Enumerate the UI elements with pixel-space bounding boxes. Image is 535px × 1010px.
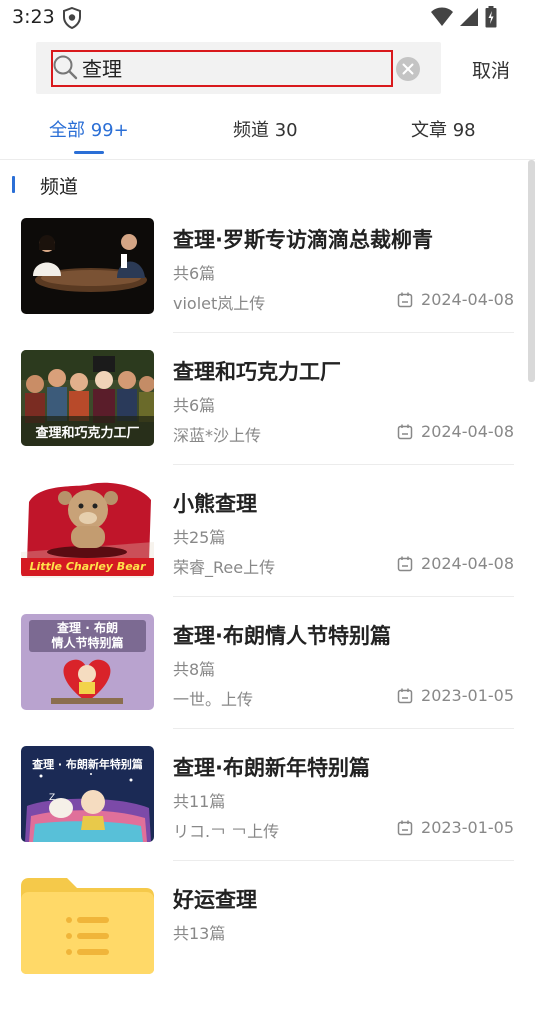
battery-icon (485, 6, 497, 28)
calendar-icon (397, 820, 413, 835)
item-date-group: 2024-04-08 (397, 290, 514, 309)
calendar-icon (397, 292, 413, 307)
item-uploader: 一世。上传 (173, 690, 254, 709)
tab-bar: 全部 99+ 频道 30 文章 98 (0, 112, 535, 158)
item-date-group: 2023-01-05 (397, 686, 514, 705)
status-bar: 3:23 (0, 0, 535, 36)
section-marker (12, 176, 15, 193)
status-time: 3:23 (12, 6, 55, 28)
tab-articles[interactable]: 文章 98 (411, 116, 476, 142)
cancel-button[interactable]: 取消 (472, 56, 510, 83)
item-date: 2024-04-08 (421, 554, 514, 573)
thumbnail-caption: 查理 · 布朗 情人节特别篇 (51, 621, 124, 650)
list-item[interactable]: 好运查理 共13篇 (0, 878, 535, 1010)
item-divider (173, 860, 514, 861)
item-count: 共13篇 (173, 924, 226, 943)
thumbnail-image: Z 查理 · 布朗新年特别篇 (21, 746, 154, 842)
thumbnail-caption: 查理 · 布朗新年特别篇 (32, 758, 143, 771)
list-item[interactable]: 查理 · 布朗 情人节特别篇 查理·布朗情人节特别篇 共8篇 一世。上传 202… (0, 614, 535, 746)
wifi-icon (431, 7, 453, 26)
thumbnail-caption: Little Charley Bear (29, 560, 146, 573)
item-date-group: 2024-04-08 (397, 554, 514, 573)
list-item[interactable]: 查理和巧克力工厂 查理和巧克力工厂 共6篇 深蓝*沙上传 2024-04-08 (0, 350, 535, 482)
section-title: 频道 (40, 176, 79, 198)
item-count: 共8篇 (173, 660, 216, 679)
item-title: 查理·布朗新年特别篇 (173, 756, 370, 780)
item-date: 2023-01-05 (421, 686, 514, 705)
calendar-icon (397, 688, 413, 703)
divider (0, 159, 535, 160)
item-date: 2023-01-05 (421, 818, 514, 837)
clear-icon[interactable] (395, 56, 421, 82)
item-date: 2024-04-08 (421, 290, 514, 309)
item-divider (173, 728, 514, 729)
item-count: 共25篇 (173, 528, 226, 547)
calendar-icon (397, 556, 413, 571)
list-item[interactable]: Little Charley Bear 小熊查理 共25篇 荣睿_Ree上传 2… (0, 482, 535, 614)
search-highlight-frame (51, 50, 393, 87)
item-title: 小熊查理 (173, 492, 257, 516)
tab-channels[interactable]: 频道 30 (233, 116, 298, 142)
item-date-group: 2023-01-05 (397, 818, 514, 837)
tab-all[interactable]: 全部 99+ (49, 116, 129, 142)
item-date: 2024-04-08 (421, 422, 514, 441)
item-uploader: 荣睿_Ree上传 (173, 558, 276, 577)
thumbnail-image: 查理和巧克力工厂 (21, 350, 154, 446)
item-count: 共11篇 (173, 792, 226, 811)
item-title: 查理和巧克力工厂 (173, 360, 341, 384)
item-divider (173, 464, 514, 465)
folder-icon (21, 878, 154, 974)
item-title: 好运查理 (173, 888, 257, 912)
item-count: 共6篇 (173, 264, 216, 283)
item-divider (173, 596, 514, 597)
thumbnail-image: Little Charley Bear (21, 482, 154, 578)
search-box[interactable] (36, 42, 441, 94)
thumbnail-image: 查理 · 布朗 情人节特别篇 (21, 614, 154, 710)
list-item[interactable]: Z 查理 · 布朗新年特别篇 查理·布朗新年特别篇 共11篇 リコ.￢ ￢上传 … (0, 746, 535, 878)
svg-text:Z: Z (49, 793, 55, 803)
item-count: 共6篇 (173, 396, 216, 415)
shield-icon (63, 7, 81, 29)
item-uploader: violet岚上传 (173, 294, 266, 313)
item-title: 查理·布朗情人节特别篇 (173, 624, 391, 648)
active-tab-indicator (74, 151, 104, 154)
item-uploader: リコ.￢ ￢上传 (173, 822, 280, 841)
thumbnail-image (21, 218, 154, 314)
thumbnail-caption: 查理和巧克力工厂 (35, 426, 140, 441)
signal-icon (460, 8, 478, 26)
list-item[interactable]: 查理·罗斯专访滴滴总裁柳青 共6篇 violet岚上传 2024-04-08 (0, 218, 535, 350)
item-title: 查理·罗斯专访滴滴总裁柳青 (173, 228, 433, 252)
status-indicators (431, 6, 497, 28)
calendar-icon (397, 424, 413, 439)
item-divider (173, 332, 514, 333)
item-uploader: 深蓝*沙上传 (173, 426, 262, 445)
item-date-group: 2024-04-08 (397, 422, 514, 441)
